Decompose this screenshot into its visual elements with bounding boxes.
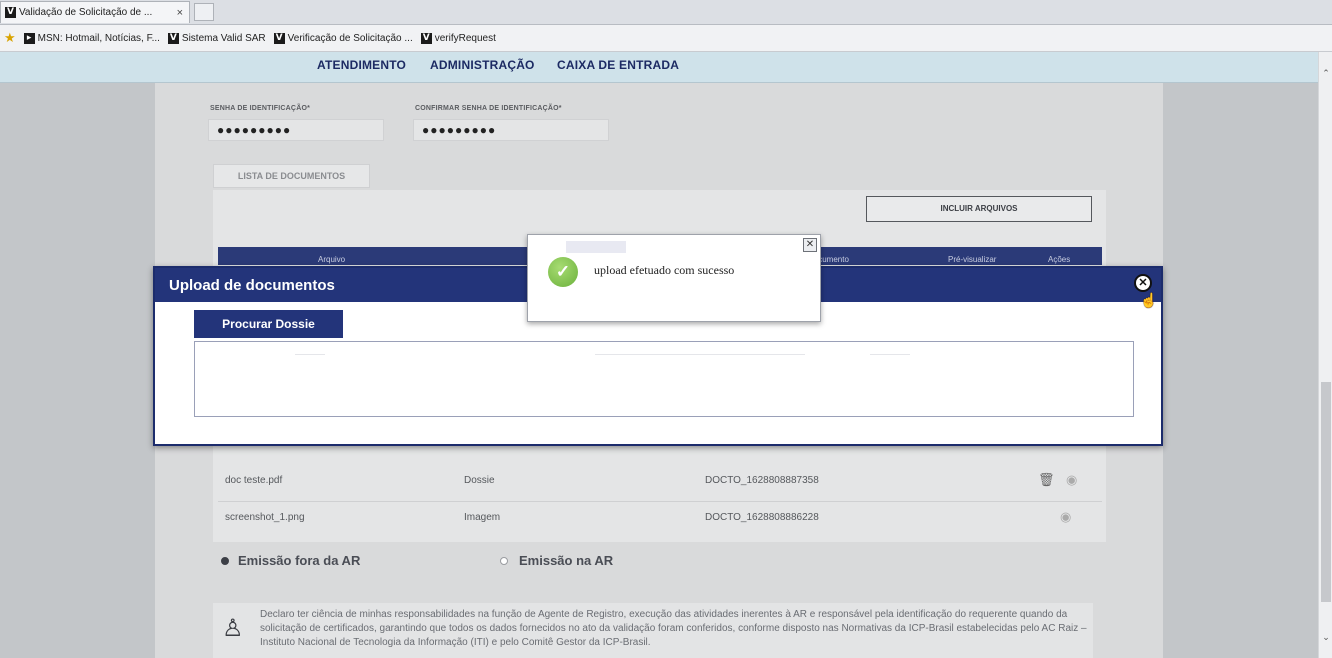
favorites-bar: ★ ▸ MSN: Hotmail, Notícias, F... V Siste… (0, 25, 1332, 52)
bookmark-label: Verificação de Solicitação ... (287, 32, 413, 44)
tab-lista-documentos[interactable]: LISTA DE DOCUMENTOS (213, 164, 370, 188)
bookmark-label: Sistema Valid SAR (181, 32, 266, 44)
cell-arquivo: doc teste.pdf (225, 475, 283, 486)
close-icon[interactable]: ✕ (1134, 274, 1152, 292)
column-acoes: Ações (1048, 255, 1071, 264)
toast-close-icon[interactable]: ✕ (803, 238, 817, 252)
eye-icon[interactable]: ◉ (1066, 472, 1077, 488)
emissao-fora-label: Emissão fora da AR (238, 553, 361, 568)
valid-logo-icon: V (167, 32, 179, 44)
valid-logo-icon: V (273, 32, 285, 44)
cell-documento: DOCTO_1628808887358 (705, 475, 819, 486)
nav-atendimento[interactable]: ATENDIMENTO (317, 58, 406, 72)
cell-tipo: Dossie (464, 475, 495, 486)
check-icon: ✓ (548, 257, 578, 287)
cell-arquivo: screenshot_1.png (225, 512, 305, 523)
declaration-text: Declaro ter ciência de minhas responsabi… (260, 609, 1087, 648)
bookmark-label: MSN: Hotmail, Notícias, F... (37, 32, 160, 44)
hand-cursor-icon: ☝ (1140, 292, 1158, 308)
page-scrollbar[interactable]: ⌃ ⌄ (1318, 52, 1332, 658)
confirmar-senha-label: CONFIRMAR SENHA DE IDENTIFICAÇÃO* (415, 105, 562, 112)
browser-tab-title: Validação de Solicitação de ... (19, 7, 153, 18)
valid-logo-icon: V (420, 32, 432, 44)
scroll-up-icon[interactable]: ⌃ (1319, 68, 1332, 80)
cell-documento: DOCTO_1628808886228 (705, 512, 819, 523)
favorites-star-icon[interactable]: ★ (4, 30, 16, 46)
nav-caixa-de-entrada[interactable]: CAIXA DE ENTRADA (557, 58, 679, 72)
bookmark-verificacao[interactable]: V Verificação de Solicitação ... (273, 32, 413, 44)
table-row: doc teste.pdf Dossie DOCTO_1628808887358… (218, 466, 1102, 498)
incluir-arquivos-button[interactable]: INCLUIR ARQUIVOS (866, 196, 1092, 222)
valid-logo-icon: V (5, 7, 16, 18)
cell-tipo: Imagem (464, 512, 501, 523)
user-icon: ♙ (222, 615, 244, 642)
emissao-na-ar-radio[interactable] (500, 557, 508, 565)
emissao-na-ar-label: Emissão na AR (519, 553, 614, 568)
emissao-fora-radio[interactable] (221, 557, 229, 565)
browser-tab[interactable]: V Validação de Solicitação de ... × (0, 1, 190, 23)
file-dropzone[interactable] (194, 341, 1134, 417)
toast-blur (566, 241, 626, 253)
senha-label: SENHA DE IDENTIFICAÇÃO* (210, 105, 311, 112)
procurar-dossie-button[interactable]: Procurar Dossie (194, 310, 343, 338)
page-margin-right (1163, 83, 1318, 658)
row-divider (218, 501, 1102, 502)
page-margin-left (0, 83, 155, 658)
nav-administracao[interactable]: ADMINISTRAÇÃO (430, 58, 535, 72)
toast-message: upload efetuado com sucesso (594, 263, 735, 277)
table-row: screenshot_1.png Imagem DOCTO_1628808886… (218, 503, 1102, 535)
scroll-thumb[interactable] (1321, 382, 1331, 602)
trash-icon[interactable]: 🗑 (1038, 472, 1055, 488)
close-tab-icon[interactable]: × (177, 7, 183, 19)
bookmark-verifyrequest[interactable]: V verifyRequest (420, 32, 496, 44)
new-tab-button[interactable] (194, 3, 214, 21)
success-toast: ✕ ✓ upload efetuado com sucesso (527, 234, 821, 322)
browser-tabstrip: V Validação de Solicitação de ... × (0, 0, 1332, 25)
confirmar-senha-input[interactable]: ●●●●●●●●● (413, 119, 609, 141)
msn-icon: ▸ (23, 32, 35, 44)
scroll-down-icon[interactable]: ⌄ (1319, 632, 1332, 644)
senha-input[interactable]: ●●●●●●●●● (208, 119, 384, 141)
eye-icon[interactable]: ◉ (1060, 509, 1071, 525)
column-arquivo: Arquivo (318, 255, 346, 264)
column-pre-visualizar: Pré-visualizar (948, 255, 997, 264)
bookmark-sistema-valid[interactable]: V Sistema Valid SAR (167, 32, 266, 44)
bookmark-label: verifyRequest (434, 32, 496, 44)
modal-title: Upload de documentos (169, 277, 335, 294)
bookmark-msn[interactable]: ▸ MSN: Hotmail, Notícias, F... (23, 32, 160, 44)
app-navbar: ATENDIMENTO ADMINISTRAÇÃO CAIXA DE ENTRA… (0, 52, 1332, 83)
